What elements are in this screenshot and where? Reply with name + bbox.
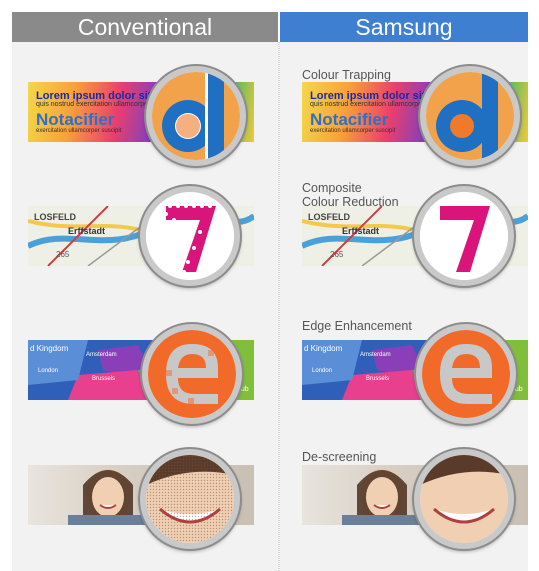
banner-brand: Notacifier [36, 110, 115, 129]
magnifier-lens [420, 66, 520, 166]
edge-conventional-image: d Kingdom Amsterdam London Brussels Repu… [28, 324, 254, 424]
trapping-conventional-image: Lorem ipsum dolor sit met quis nostrud e… [28, 66, 254, 166]
magnifier-lens [140, 449, 240, 549]
map-number-label: 265 [56, 250, 70, 259]
magnifier-lens [140, 186, 240, 286]
map-road-label: LOSFELD [308, 212, 350, 222]
descreening-samsung-image [302, 449, 528, 549]
map-brussels-label: Brussels [92, 376, 116, 382]
map-london-label: London [38, 368, 59, 374]
composite-samsung-image: LOSFELD Erffstadt 265 [302, 186, 528, 286]
banner-footer: exercitation ullamcorper suscipit [36, 128, 122, 134]
map-town-label: Erffstadt [68, 226, 106, 236]
magnifier-lens [414, 186, 514, 286]
samsung-header: Samsung [280, 12, 528, 42]
banner-subline: quis nostrud exercitation ullamcorper [310, 101, 425, 108]
map-amsterdam-label: Amsterdam [360, 352, 391, 358]
map-kingdom-label: d Kingdom [304, 344, 343, 353]
edge-samsung-image: d Kingdom Amsterdam London Brussels Repu… [302, 324, 528, 424]
map-road-label: LOSFELD [34, 212, 76, 222]
composite-conventional-image: LOSFELD Erffstadt 265 [28, 186, 254, 286]
trapping-samsung-image: Lorem ipsum dolor sit met quis nostrud e… [302, 66, 528, 166]
map-kingdom-label: d Kingdom [30, 344, 69, 353]
banner-footer: exercitation ullamcorper suscipit [310, 128, 396, 134]
map-london-label: London [312, 368, 333, 374]
map-amsterdam-label: Amsterdam [86, 352, 117, 358]
map-brussels-label: Brussels [366, 376, 390, 382]
magnifier-lens [414, 449, 514, 549]
magnifier-lens [416, 324, 516, 424]
banner-subline: quis nostrud exercitation ullamcorper [36, 101, 151, 108]
caption-composite: Composite [302, 181, 362, 195]
banner-brand: Notacifier [310, 110, 389, 129]
magnifier-lens [146, 66, 246, 166]
map-town-label: Erffstadt [342, 226, 380, 236]
descreening-conventional-image [28, 449, 254, 549]
conventional-header: Conventional [12, 12, 278, 42]
map-number-label: 265 [330, 250, 344, 259]
column-divider [278, 42, 280, 571]
magnifier-lens [142, 324, 242, 424]
